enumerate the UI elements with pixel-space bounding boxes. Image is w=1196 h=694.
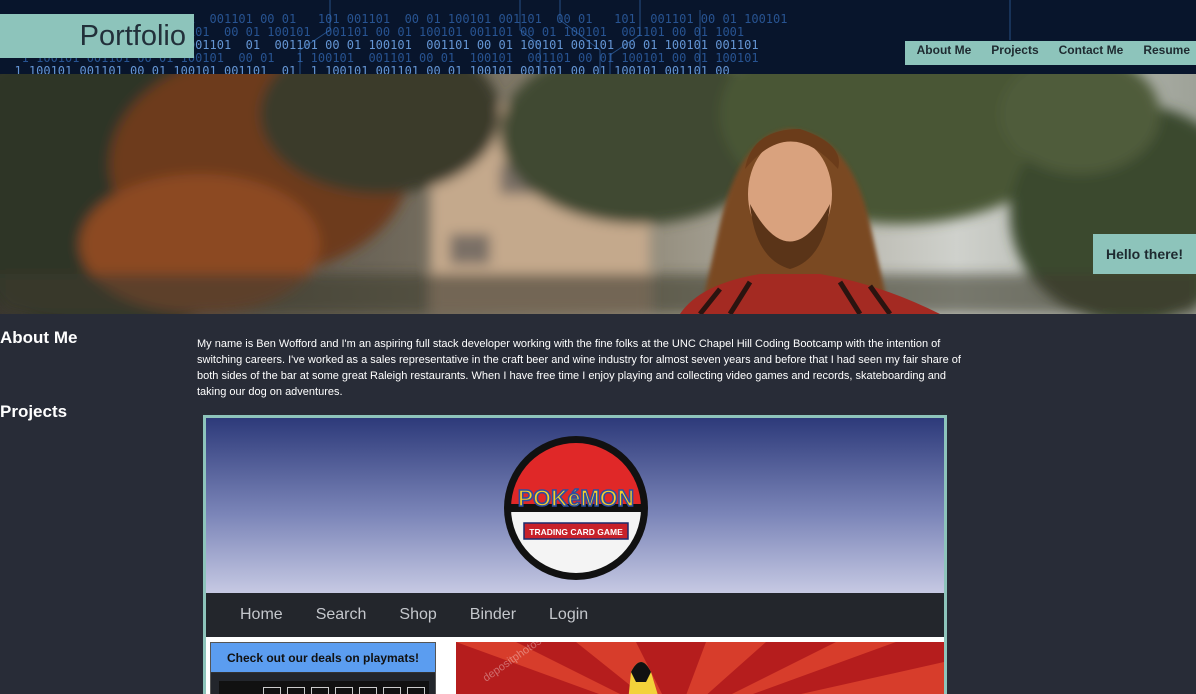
nav-link-resume[interactable]: Resume: [1133, 41, 1196, 65]
project-screenshot-nav: Home Search Shop Binder Login: [206, 593, 944, 637]
nav-link-contact-me[interactable]: Contact Me: [1049, 41, 1134, 65]
pokemon-logo-subtext: TRADING CARD GAME: [529, 527, 623, 537]
playmat-deal-card: Check out our deals on playmats!: [210, 642, 436, 694]
project-nav-search: Search: [315, 606, 367, 623]
pokemon-logo: POKéMON TRADING CARD GAME: [504, 436, 648, 580]
nav-link-projects[interactable]: Projects: [981, 41, 1048, 65]
hero-photo: [0, 74, 1196, 314]
site-brand[interactable]: Portfolio: [0, 14, 194, 58]
project-screenshot-header: POKéMON TRADING CARD GAME: [206, 418, 944, 593]
project-screenshot-body: Check out our deals on playmats! deposit…: [206, 637, 944, 694]
about-me-text: My name is Ben Wofford and I'm an aspiri…: [197, 338, 961, 398]
about-me-heading: About Me: [0, 328, 78, 347]
project-nav-login: Login: [549, 606, 589, 623]
pokemon-logo-text: POKéMON: [518, 485, 634, 511]
hero-image: [0, 74, 1196, 314]
hello-badge: Hello there!: [1093, 234, 1196, 274]
project-nav-home: Home: [240, 606, 283, 623]
project-screenshot[interactable]: POKéMON TRADING CARD GAME Home Search Sh…: [206, 418, 944, 694]
main-nav: About Me Projects Contact Me Resume: [904, 41, 1196, 65]
playmat-image: [219, 681, 429, 694]
nav-link-about-me[interactable]: About Me: [907, 41, 982, 65]
projects-heading: Projects: [0, 402, 68, 421]
project-nav-shop: Shop: [399, 606, 437, 623]
pikachu-promo-image: depositphotos: [456, 642, 944, 694]
playmat-deal-banner: Check out our deals on playmats!: [211, 643, 435, 673]
project-card[interactable]: POKéMON TRADING CARD GAME Home Search Sh…: [203, 415, 947, 694]
site-header: 101 001101 00 01 100101 001101 00 01 101…: [0, 0, 1196, 74]
project-nav-binder: Binder: [469, 606, 517, 623]
